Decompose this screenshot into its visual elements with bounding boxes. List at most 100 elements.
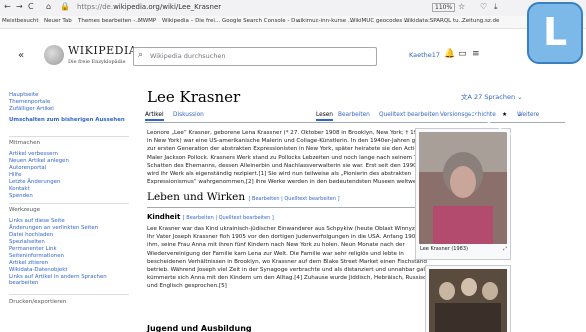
zoom-indicator[interactable]: 110%: [432, 3, 456, 12]
sidebar-item[interactable]: Links auf diese Seite: [9, 218, 65, 224]
wikipedia-globe-icon[interactable]: [44, 45, 64, 65]
sidebar-item[interactable]: Spezialseiten: [9, 239, 45, 245]
heading-rule: [147, 207, 417, 208]
back-icon[interactable]: ←: [4, 2, 11, 11]
user-link[interactable]: Kaethe17: [409, 51, 440, 59]
enlarge-icon[interactable]: ⤢: [503, 246, 507, 252]
bookmark-item[interactable]: MWMP: [138, 18, 156, 24]
sidebar-item[interactable]: Letzte Änderungen: [9, 179, 60, 185]
bookmark-item[interactable]: Google Search Console - D…: [222, 18, 301, 24]
logo-title[interactable]: WIKIPEDIA: [68, 44, 137, 57]
sidebar-item[interactable]: Hilfe: [9, 172, 21, 178]
language-count: 27 Sprachen: [474, 93, 516, 101]
section-heading-jugend: Jugend und Ausbildung: [147, 324, 252, 332]
sidebar-item[interactable]: Neuen Artikel anlegen: [9, 158, 69, 164]
bookmark-item[interactable]: Neuer Tab: [44, 18, 72, 24]
sidebar-item[interactable]: Hauptseite: [9, 92, 38, 98]
tab-artikel[interactable]: Artikel: [145, 112, 164, 121]
download-icon[interactable]: ⤓: [494, 2, 498, 12]
portrait-photo: [419, 132, 507, 244]
section-heading-kindheit: Kindheit [ Bearbeiten | Quelltext bearbe…: [147, 213, 274, 221]
bookmark-item[interactable]: Wikipedia – Die frei…: [162, 18, 220, 24]
sidebar-item[interactable]: Änderungen an verlinkten Seiten: [9, 225, 98, 231]
sidebar-item[interactable]: Artikel zitieren: [9, 260, 48, 266]
edit-section-link[interactable]: [ Bearbeiten | Quelltext bearbeiten ]: [183, 215, 274, 221]
letter-badge: L: [527, 2, 583, 64]
sidebar-item[interactable]: Themenportale: [9, 99, 50, 105]
sidebar-item[interactable]: Kontakt: [9, 186, 30, 192]
sidebar-divider: [9, 294, 129, 295]
section-heading-leben: Leben und Wirken [ Bearbeiten | Quelltex…: [147, 191, 340, 203]
text-line: kümmerte sich Anna mit den Kindern um de…: [147, 275, 430, 282]
url-prefix: https://de.: [77, 3, 114, 11]
bookmark-item[interactable]: Themes bearbeiten -…: [78, 18, 141, 24]
main-menu-icon[interactable]: «: [18, 50, 24, 61]
family-photo: [429, 269, 507, 332]
text-line: betrieb. Während Joseph viel Zeit in der…: [147, 267, 429, 274]
watch-star-icon[interactable]: ★: [502, 112, 507, 118]
logo-subtitle: Die freie Enzyklopädie: [68, 59, 126, 65]
tab-weitere[interactable]: Weitere ⌄: [517, 112, 539, 118]
heading-text: Leben und Wirken: [147, 191, 246, 203]
sidebar-item[interactable]: Spenden: [9, 193, 33, 199]
heading-text: Kindheit: [147, 213, 181, 221]
tab-lesen[interactable]: Lesen: [316, 112, 333, 121]
url-main: wikipedia.org/wiki/Lee_Krasner: [113, 3, 222, 11]
browser-window: ← → C ⌂ 🔒 https://de.wikipedia.org/wiki/…: [0, 0, 586, 332]
family-photo-thumbnail[interactable]: [425, 265, 511, 332]
tab-diskussion[interactable]: Diskussion: [173, 112, 204, 118]
text-line: Lee Krasner war das Kind ukrainisch-jüdi…: [147, 226, 449, 232]
bookmark-item[interactable]: Zeitung.sz.de: [462, 18, 499, 24]
portrait-thumbnail[interactable]: Lee Krasner (1983) ⤢: [415, 128, 511, 260]
bookmark-item[interactable]: Wikidata:SPARQL tu…: [404, 18, 464, 24]
notifications-icon[interactable]: 🔔: [444, 49, 455, 59]
page-title: Lee Krasner: [147, 88, 241, 106]
address-bar-row: ← → C ⌂ 🔒 https://de.wikipedia.org/wiki/…: [0, 0, 586, 17]
url-field[interactable]: https://de.wikipedia.org/wiki/Lee_Krasne…: [77, 3, 221, 11]
sidebar-item[interactable]: Zufälliger Artikel: [9, 106, 54, 112]
sidebar-item[interactable]: Permanenter Link: [9, 246, 57, 252]
portrait-caption: Lee Krasner (1983): [420, 246, 468, 252]
sidebar-item[interactable]: Wikidata-Datenobjekt: [9, 267, 68, 273]
home-icon[interactable]: ⌂: [46, 2, 51, 11]
text-line: Ihr Vater Joseph Krassner floh 1905 vor …: [147, 234, 448, 241]
sidebar-heading: Mitmachen: [9, 140, 41, 146]
bookmark-item[interactable]: Meistbesucht: [2, 18, 39, 24]
watchlist-icon[interactable]: ≡: [472, 49, 480, 59]
pocket-icon[interactable]: ♡: [480, 2, 487, 11]
bookmark-item[interactable]: wikimuc-inn-kurse …: [296, 18, 353, 24]
sidebar-item[interactable]: Links auf Artikel in andern Sprachen bea…: [9, 274, 119, 286]
article-content: Lee Krasner 文A 27 Sprachen ⌄ Artikel Dis…: [145, 84, 586, 332]
sidebar-item[interactable]: Artikel verbessern: [9, 151, 58, 157]
sidebar-item[interactable]: Autorenportal: [9, 165, 46, 171]
badge-letter: L: [543, 10, 568, 54]
tab-bearbeiten[interactable]: Bearbeiten: [338, 112, 370, 118]
text-line: bescheidenen Verhältnissen in Brooklyn, …: [147, 258, 427, 265]
text-line: ihm, seine Frau Anna mit ihren fünf Kind…: [147, 242, 405, 249]
edit-section-link[interactable]: [ Bearbeiten | Quelltext bearbeiten ]: [248, 196, 339, 202]
search-input[interactable]: ⌕ Wikipedia durchsuchen: [133, 47, 377, 66]
sidebar-item-skin-toggle[interactable]: Umschalten zum bisherigen Aussehen: [9, 117, 127, 123]
reload-icon[interactable]: C: [28, 2, 34, 11]
inbox-icon[interactable]: ▭: [458, 49, 467, 59]
bookmark-item[interactable]: WikiMUC geocodes …: [350, 18, 410, 24]
sidebar-divider: [9, 136, 129, 137]
sidebar: Hauptseite Themenportale Zufälliger Arti…: [0, 84, 138, 332]
forward-icon[interactable]: →: [16, 2, 23, 11]
tab-versionen[interactable]: Versionsgeschichte: [440, 112, 496, 118]
sidebar-item[interactable]: Datei hochladen: [9, 232, 53, 238]
search-icon: ⌕: [138, 50, 144, 60]
search-placeholder: Wikipedia durchsuchen: [150, 52, 226, 60]
text-line: und Englisch gesprochen.[5]: [147, 283, 227, 290]
kindheit-paragraph: Lee Krasner war das Kind ukrainisch-jüdi…: [147, 225, 449, 291]
sidebar-heading: Drucken/exportieren: [9, 299, 67, 305]
language-button[interactable]: 文A 27 Sprachen ⌄: [461, 91, 523, 101]
sidebar-heading: Werkzeuge: [9, 207, 41, 213]
sidebar-item[interactable]: Seiteninformationen: [9, 253, 64, 259]
bookmark-star-icon[interactable]: ☆: [458, 2, 465, 11]
lock-icon: 🔒: [60, 2, 70, 11]
text-line: Wiedervereinigung der Familie kam Lena z…: [147, 250, 404, 257]
page-tabs: Artikel Diskussion Lesen Bearbeiten Quel…: [145, 112, 565, 123]
more-label: Weitere: [517, 112, 540, 118]
tab-quelltext[interactable]: Quelltext bearbeiten: [379, 112, 439, 118]
